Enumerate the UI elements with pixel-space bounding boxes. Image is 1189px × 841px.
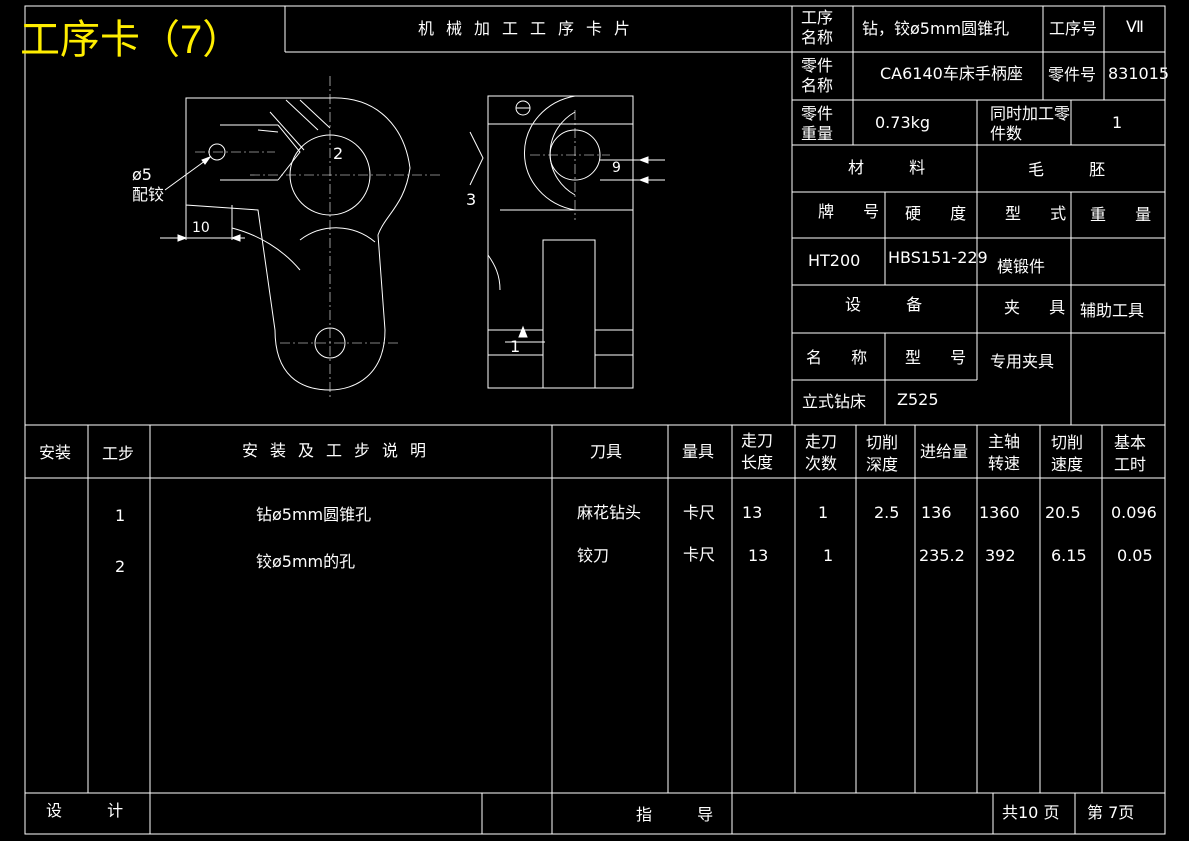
design-label: 设 计 bbox=[46, 801, 144, 820]
row1-base-time: 0.096 bbox=[1111, 503, 1157, 522]
op-no-value: Ⅶ bbox=[1126, 17, 1144, 36]
type-label: 型 式 bbox=[1005, 204, 1079, 223]
header-cutting-speed: 切削速度 bbox=[1051, 433, 1084, 474]
grade-label: 牌 号 bbox=[818, 202, 892, 221]
row1-step: 1 bbox=[115, 506, 126, 525]
header-tool: 刀具 bbox=[590, 442, 623, 461]
row2-passes: 1 bbox=[823, 546, 834, 565]
part-weight-label: 零件重量 bbox=[801, 104, 834, 143]
row1-passes: 1 bbox=[818, 503, 829, 522]
guide-label: 指 导 bbox=[636, 805, 734, 824]
equip-model-value: Z525 bbox=[897, 390, 939, 409]
part-name-value: CA6140车床手柄座 bbox=[880, 64, 1023, 83]
part-no-value: 831015 bbox=[1108, 64, 1170, 83]
diameter-label: ø5 bbox=[132, 165, 152, 184]
ream-label: 配铰 bbox=[132, 185, 165, 204]
part-drawing-left-view bbox=[185, 97, 411, 391]
type-value: 模锻件 bbox=[997, 257, 1046, 276]
total-pages: 共10 页 bbox=[1002, 803, 1060, 822]
header-passes: 走刀次数 bbox=[805, 432, 838, 473]
material-label: 材 料 bbox=[848, 158, 946, 177]
header-feed-length: 走刀长度 bbox=[741, 431, 774, 472]
ref-mark-1: 1 bbox=[510, 337, 521, 356]
equipment-label: 设 备 bbox=[845, 295, 943, 314]
header-spindle-speed: 主轴转速 bbox=[988, 432, 1021, 473]
blank-label: 毛 胚 bbox=[1028, 160, 1126, 179]
row1-description: 钻ø5mm圆锥孔 bbox=[256, 505, 372, 524]
row2-spindle-speed: 392 bbox=[985, 546, 1016, 565]
row2-step: 2 bbox=[115, 557, 126, 576]
dimension-10: 10 bbox=[192, 220, 210, 236]
header-install: 安装 bbox=[39, 443, 72, 462]
ref-mark-3: 3 bbox=[466, 190, 477, 209]
row1-gauge: 卡尺 bbox=[683, 503, 716, 522]
header-step: 工步 bbox=[102, 444, 135, 463]
row2-description: 铰ø5mm的孔 bbox=[256, 552, 356, 571]
simultaneous-value: 1 bbox=[1112, 113, 1123, 132]
row2-feed: 235.2 bbox=[919, 546, 965, 565]
fixture-label: 夹 具 bbox=[1004, 298, 1078, 317]
aux-tool-label: 辅助工具 bbox=[1080, 301, 1145, 320]
row1-tool: 麻花钻头 bbox=[577, 503, 642, 522]
part-no-label: 零件号 bbox=[1048, 65, 1097, 84]
simultaneous-label: 同时加工零件数 bbox=[990, 104, 1071, 143]
part-weight-value: 0.73kg bbox=[875, 113, 931, 132]
page-title: 工序卡（7） bbox=[20, 18, 243, 62]
header-gauge: 量具 bbox=[682, 442, 715, 461]
op-name-label: 工序名称 bbox=[801, 8, 834, 47]
row1-spindle-speed: 1360 bbox=[979, 503, 1020, 522]
row2-gauge: 卡尺 bbox=[683, 545, 716, 564]
dimension-9: 9 bbox=[612, 160, 621, 176]
header-base-time: 基本工时 bbox=[1114, 433, 1147, 474]
weight-label: 重 量 bbox=[1090, 205, 1164, 224]
hardness-label: 硬 度 bbox=[905, 204, 979, 223]
op-name-value: 钻，铰ø5mm圆锥孔 bbox=[862, 19, 1010, 38]
row1-cutting-speed: 20.5 bbox=[1045, 503, 1081, 522]
row2-base-time: 0.05 bbox=[1117, 546, 1153, 565]
header-description: 安装及工步说明 bbox=[242, 441, 439, 460]
equip-name-label: 名 称 bbox=[806, 348, 880, 367]
row2-tool: 铰刀 bbox=[577, 546, 610, 565]
dimension-lines-right bbox=[469, 131, 665, 343]
row1-depth: 2.5 bbox=[874, 503, 900, 522]
equip-name-value: 立式钻床 bbox=[802, 392, 867, 411]
part-name-label: 零件名称 bbox=[801, 56, 834, 95]
grade-value: HT200 bbox=[808, 251, 861, 270]
header-feed: 进给量 bbox=[920, 442, 969, 461]
equip-model-label: 型 号 bbox=[905, 348, 979, 367]
page-number: 第 7页 bbox=[1087, 803, 1135, 822]
op-no-label: 工序号 bbox=[1049, 19, 1098, 38]
row2-cutting-speed: 6.15 bbox=[1051, 546, 1087, 565]
row1-feed: 136 bbox=[921, 503, 952, 522]
row2-length: 13 bbox=[748, 546, 769, 565]
header-depth: 切削深度 bbox=[866, 433, 899, 474]
hardness-value: HBS151-229 bbox=[888, 248, 988, 267]
row1-length: 13 bbox=[742, 503, 763, 522]
sheet-title: 机械加工工序卡片 bbox=[418, 19, 643, 38]
ref-mark-2: 2 bbox=[333, 144, 344, 163]
fixture-value: 专用夹具 bbox=[990, 352, 1055, 371]
